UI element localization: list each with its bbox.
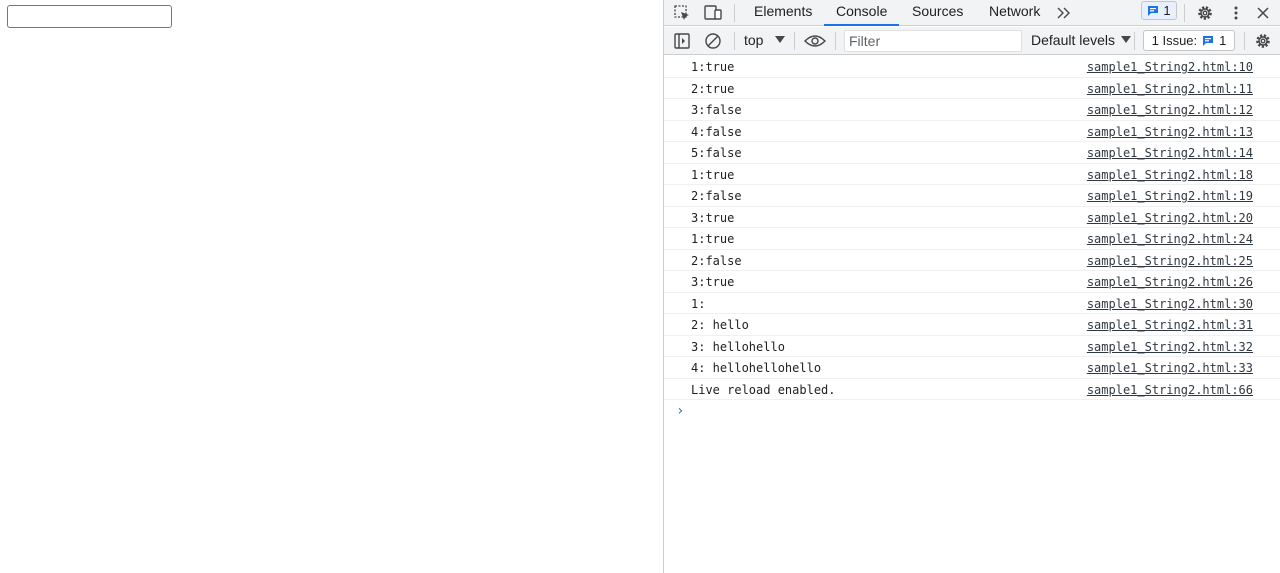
- console-message-text: 1:: [691, 296, 706, 311]
- console-source-link[interactable]: sample1_String2.html:24: [1087, 232, 1253, 246]
- console-message-row: 3:true sample1_String2.html:20: [664, 207, 1280, 228]
- messages-count: 1: [1163, 3, 1171, 18]
- console-message-row: 1: sample1_String2.html:30: [664, 293, 1280, 314]
- console-source-link[interactable]: sample1_String2.html:14: [1087, 146, 1253, 160]
- console-message-text: 2:false: [691, 253, 742, 268]
- console-source-link[interactable]: sample1_String2.html:10: [1087, 60, 1253, 74]
- console-message-row: 1:true sample1_String2.html:18: [664, 164, 1280, 185]
- context-selector[interactable]: top: [744, 32, 786, 48]
- settings-gear-icon[interactable]: [1194, 2, 1216, 24]
- tab-sources[interactable]: Sources: [912, 0, 963, 26]
- toolbar-separator: [734, 32, 735, 50]
- console-message-text: 3:false: [691, 103, 742, 117]
- console-source-link[interactable]: sample1_String2.html:18: [1087, 168, 1253, 182]
- console-toolbar: top Default levels 1 Issue:: [664, 27, 1280, 55]
- console-message-text: 1:true: [691, 167, 735, 182]
- console-message-text: 2: hello: [691, 318, 749, 332]
- console-source-link[interactable]: sample1_String2.html:66: [1087, 383, 1253, 397]
- console-message-text: 2:false: [691, 189, 742, 203]
- console-source-link[interactable]: sample1_String2.html:20: [1087, 211, 1253, 225]
- console-log: 1:true sample1_String2.html:10 2:true sampl…: [664, 56, 1280, 400]
- toolbar-separator: [835, 32, 836, 50]
- live-expression-eye-icon[interactable]: [804, 30, 826, 52]
- issues-count: 1: [1219, 33, 1227, 48]
- console-message-row: 3:true sample1_String2.html:26: [664, 271, 1280, 293]
- console-source-link[interactable]: sample1_String2.html:30: [1087, 297, 1253, 311]
- console-message-row: 3:false sample1_String2.html:12: [664, 99, 1280, 121]
- toolbar-separator: [1134, 32, 1135, 50]
- close-devtools-icon[interactable]: [1252, 2, 1274, 24]
- page-text-input[interactable]: [7, 5, 172, 28]
- console-message-row: 5:false sample1_String2.html:14: [664, 142, 1280, 164]
- devtools-panel: Elements Console Sources Network 1 top F…: [664, 0, 1280, 573]
- devtools-tab-bar: Elements Console Sources Network 1: [664, 0, 1280, 26]
- console-source-link[interactable]: sample1_String2.html:25: [1087, 254, 1253, 268]
- inspected-page: [0, 0, 663, 573]
- messages-badge[interactable]: 1: [1141, 1, 1177, 20]
- console-message-text: 2:true: [691, 81, 735, 96]
- toolbar-separator: [734, 4, 735, 22]
- console-message-text: 4: hellohellohello: [691, 361, 822, 375]
- console-message-row: 2: hello sample1_String2.html:31: [664, 314, 1280, 336]
- console-source-link[interactable]: sample1_String2.html:26: [1087, 275, 1253, 289]
- console-message-text: 5:false: [691, 146, 742, 160]
- console-source-link[interactable]: sample1_String2.html:12: [1087, 103, 1253, 117]
- tab-network[interactable]: Network: [989, 0, 1040, 26]
- console-message-text: 3:true: [691, 210, 735, 225]
- console-message-row: 1:true sample1_String2.html:24: [664, 228, 1280, 250]
- dropdown-arrow-icon: [1121, 36, 1132, 44]
- more-options-icon[interactable]: [1225, 2, 1247, 24]
- console-message-text: 3:true: [691, 275, 735, 289]
- sidebar-toggle-icon[interactable]: [671, 30, 693, 52]
- message-icon: [1147, 5, 1159, 17]
- console-source-link[interactable]: sample1_String2.html:32: [1087, 340, 1253, 354]
- toolbar-separator: [1244, 32, 1245, 50]
- more-tabs-icon[interactable]: [1053, 2, 1075, 24]
- inspect-element-icon[interactable]: [671, 2, 693, 24]
- log-levels-label: Default levels: [1031, 32, 1116, 48]
- console-source-link[interactable]: sample1_String2.html:13: [1087, 125, 1253, 139]
- issues-label: 1 Issue:: [1151, 33, 1198, 48]
- console-prompt[interactable]: ›: [676, 403, 684, 419]
- console-message-row: Live reload enabled. sample1_String2.html…: [664, 379, 1280, 400]
- tab-console[interactable]: Console: [824, 0, 900, 26]
- console-message-text: 4:false: [691, 124, 742, 139]
- dropdown-arrow-icon: [775, 36, 786, 44]
- toolbar-separator: [1184, 4, 1185, 22]
- console-message-text: 1:true: [691, 60, 735, 74]
- tab-elements[interactable]: Elements: [754, 0, 812, 26]
- console-message-row: 3: hellohello sample1_String2.html:32: [664, 336, 1280, 357]
- console-source-link[interactable]: sample1_String2.html:31: [1087, 318, 1253, 332]
- console-message-row: 2:false sample1_String2.html:19: [664, 185, 1280, 207]
- console-message-text: 3: hellohello: [691, 339, 785, 354]
- console-filter-input[interactable]: [844, 30, 1022, 52]
- context-label: top: [744, 32, 764, 48]
- console-message-text: Live reload enabled.: [691, 382, 836, 397]
- console-message-row: 4:false sample1_String2.html:13: [664, 121, 1280, 142]
- console-source-link[interactable]: sample1_String2.html:19: [1087, 189, 1253, 203]
- toolbar-separator: [794, 32, 795, 50]
- console-message-row: 1:true sample1_String2.html:10: [664, 56, 1280, 78]
- clear-console-icon[interactable]: [702, 30, 724, 52]
- console-message-row: 4: hellohellohello sample1_String2.html:3…: [664, 357, 1280, 379]
- issues-button[interactable]: 1 Issue: 1: [1143, 30, 1235, 51]
- issue-message-icon: [1202, 35, 1214, 47]
- console-message-text: 1:true: [691, 232, 735, 246]
- console-source-link[interactable]: sample1_String2.html:11: [1087, 82, 1253, 96]
- device-toolbar-icon[interactable]: [702, 2, 724, 24]
- console-message-row: 2:true sample1_String2.html:11: [664, 78, 1280, 99]
- log-levels-dropdown[interactable]: Default levels: [1031, 32, 1132, 48]
- console-settings-gear-icon[interactable]: [1252, 30, 1274, 52]
- console-message-row: 2:false sample1_String2.html:25: [664, 250, 1280, 271]
- console-source-link[interactable]: sample1_String2.html:33: [1087, 361, 1253, 375]
